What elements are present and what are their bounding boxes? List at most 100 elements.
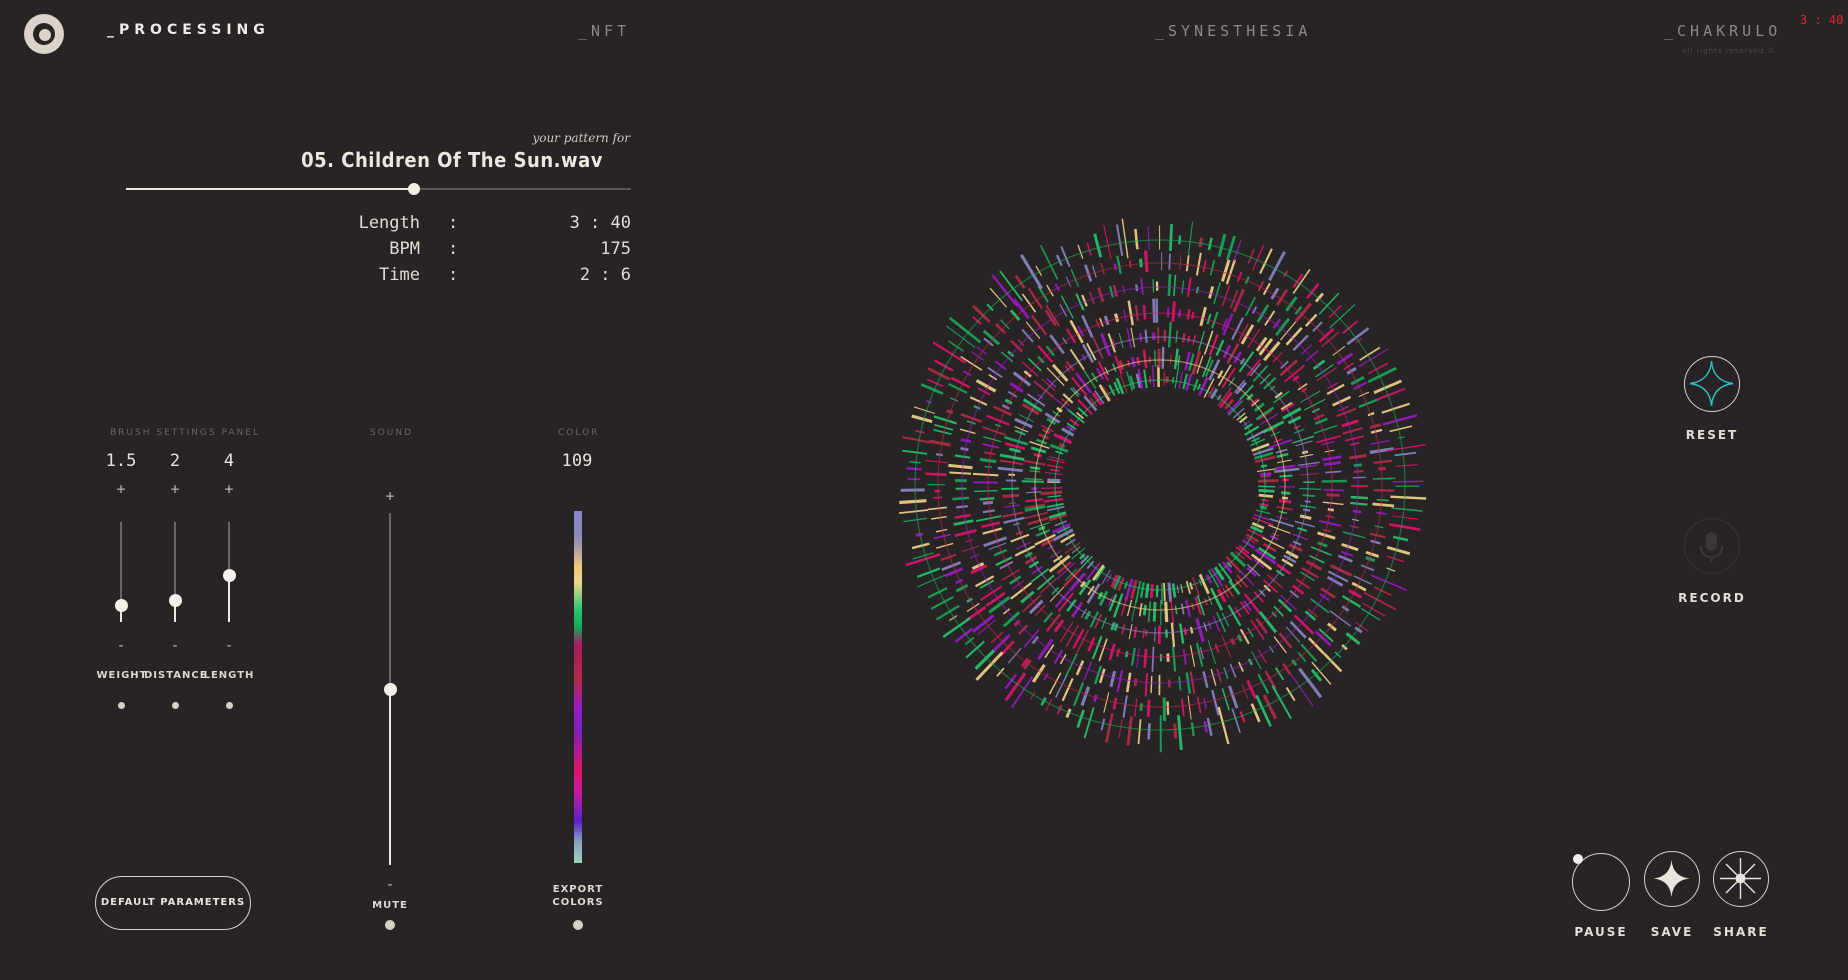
pattern-stroke (960, 438, 972, 443)
pattern-stroke (1101, 617, 1107, 630)
distance-value: 2 (169, 451, 181, 471)
pause-indicator (1573, 854, 1583, 864)
pattern-stroke (1047, 478, 1061, 483)
pattern-stroke (1116, 224, 1124, 256)
reset-button[interactable] (1684, 356, 1740, 412)
logo-core (39, 29, 51, 41)
pattern-stroke (1100, 333, 1112, 357)
pattern-stroke (1206, 717, 1213, 736)
share-button[interactable] (1713, 851, 1769, 907)
pattern-stroke (1228, 685, 1239, 709)
pattern-stroke (1269, 518, 1294, 528)
pattern-stroke (1340, 550, 1354, 557)
pattern-stroke (1329, 303, 1356, 329)
rights-text: all rights reserved © (1682, 47, 1776, 55)
weight-plus-button[interactable]: + (111, 480, 131, 498)
pattern-stroke (1120, 597, 1128, 617)
pattern-stroke (913, 406, 935, 415)
pattern-stroke (1004, 442, 1026, 451)
pause-label: PAUSE (1574, 925, 1628, 939)
pattern-stroke (953, 519, 974, 526)
mute-toggle[interactable] (385, 920, 395, 930)
sound-slider-knob[interactable] (384, 683, 397, 696)
nav-nft[interactable]: _NFT (578, 22, 630, 40)
pattern-stroke (1372, 502, 1395, 508)
pattern-stroke (1299, 488, 1322, 490)
pattern-stroke (934, 423, 954, 431)
pattern-stroke (1391, 507, 1423, 512)
length-plus-button[interactable]: + (219, 480, 239, 498)
pattern-stroke (1060, 246, 1071, 268)
pattern-stroke (1121, 218, 1129, 259)
pattern-stroke (1152, 279, 1155, 293)
pattern-stroke (1392, 480, 1424, 483)
length-minus-button[interactable]: - (219, 636, 239, 654)
pattern-stroke (1276, 515, 1288, 520)
pattern-stroke (952, 496, 970, 501)
weight-minus-button[interactable]: - (111, 636, 131, 654)
pattern-stroke (1203, 697, 1207, 709)
pattern-stroke (1226, 235, 1236, 261)
record-button[interactable] (1684, 518, 1740, 574)
length-dot[interactable] (226, 702, 233, 709)
sound-plus-button[interactable]: + (380, 487, 400, 505)
nav-processing[interactable]: _PROCESSING (107, 22, 270, 38)
default-parameters-button[interactable]: DEFAULT PARAMETERS (95, 876, 251, 930)
pattern-stroke (1209, 259, 1216, 276)
pattern-stroke (1325, 514, 1335, 519)
pattern-stroke (993, 548, 1008, 557)
pattern-stroke (1202, 671, 1209, 688)
info-length-value: 3 : 40 (569, 213, 631, 233)
pattern-stroke (1321, 479, 1348, 483)
brush-panel-label: BRUSH SETTINGS PANEL (110, 428, 260, 438)
nav-chakrulo[interactable]: _CHAKRULO (1664, 22, 1781, 40)
distance-plus-button[interactable]: + (165, 480, 185, 498)
pattern-stroke (1190, 311, 1195, 320)
pattern-stroke (1174, 365, 1180, 392)
weight-slider-knob[interactable] (115, 599, 128, 612)
pattern-stroke (1192, 335, 1196, 345)
pattern-stroke (1004, 504, 1020, 508)
pattern-stroke (1081, 294, 1088, 307)
pattern-stroke (1202, 260, 1207, 273)
pattern-stroke (1231, 708, 1241, 733)
pattern-stroke (1168, 253, 1171, 270)
pattern-stroke (1259, 502, 1269, 507)
pattern-stroke (933, 429, 952, 435)
pattern-stroke (1108, 285, 1114, 298)
pattern-stroke (994, 323, 1007, 335)
pattern-stroke (976, 515, 1002, 522)
pattern-stroke (1181, 280, 1185, 294)
pattern-stroke (1353, 463, 1362, 467)
sound-minus-button[interactable]: - (380, 875, 400, 893)
pattern-stroke (1000, 319, 1010, 330)
weight-dot[interactable] (118, 702, 125, 709)
distance-dot[interactable] (172, 702, 179, 709)
pattern-stroke (1185, 255, 1190, 272)
distance-slider-knob[interactable] (169, 594, 182, 607)
info-separator: : (448, 239, 459, 259)
pattern-stroke (1165, 376, 1169, 383)
distance-minus-button[interactable]: - (165, 636, 185, 654)
pattern-stroke (1185, 672, 1192, 694)
pattern-stroke (1144, 329, 1148, 343)
pattern-stroke (1143, 369, 1148, 389)
pattern-stroke (1021, 328, 1034, 343)
length-slider-knob[interactable] (223, 569, 236, 582)
pattern-stroke (1315, 435, 1341, 444)
export-colors-button[interactable] (573, 920, 583, 930)
pattern-stroke (1148, 356, 1152, 363)
pattern-stroke (1025, 498, 1044, 503)
pattern-stroke (1189, 645, 1196, 667)
info-time-row: Time : 2 : 6 (300, 265, 640, 289)
progress-knob[interactable] (407, 183, 420, 195)
save-button[interactable] (1644, 851, 1700, 907)
pattern-stroke (1198, 330, 1205, 351)
logo-ring-icon[interactable] (24, 14, 64, 54)
color-spectrum-bar[interactable] (574, 511, 582, 863)
pattern-stroke (1144, 629, 1148, 637)
distance-label: DISTANCE (144, 670, 208, 681)
nav-synesthesia[interactable]: _SYNESTHESIA (1155, 22, 1311, 40)
pattern-stroke (1349, 442, 1360, 446)
pattern-stroke (1083, 707, 1095, 739)
